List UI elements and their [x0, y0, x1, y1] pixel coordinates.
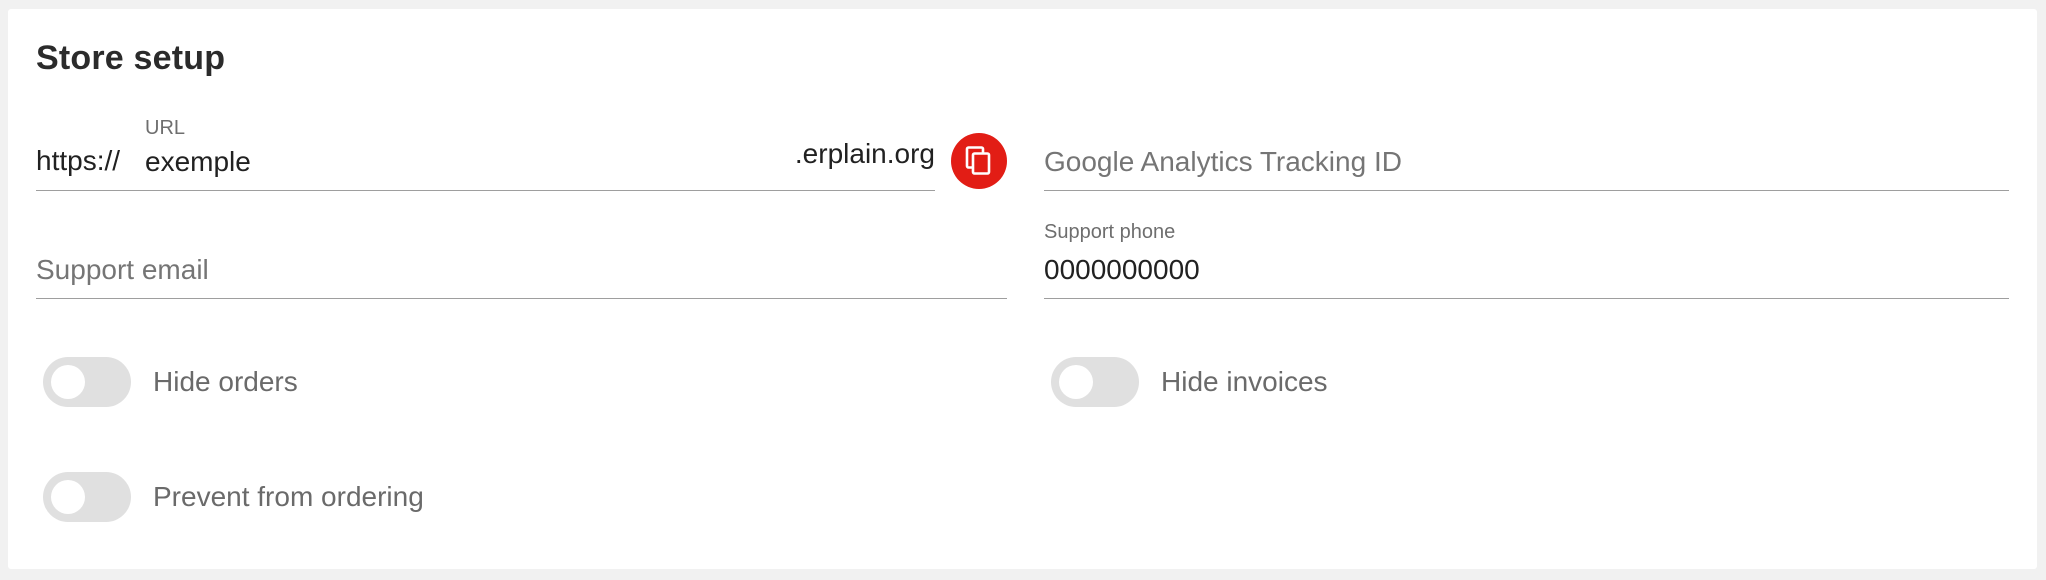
- hide-orders-row: Hide orders: [43, 356, 298, 408]
- toggle-knob: [1059, 365, 1093, 399]
- url-field-underline: [36, 190, 935, 191]
- support-email-placeholder: Support email: [36, 254, 209, 285]
- hide-invoices-label: Hide invoices: [1161, 366, 1328, 397]
- support-email-field[interactable]: Support email: [36, 229, 1007, 299]
- url-field[interactable]: URL https:// exemple .erplain.org: [36, 117, 935, 191]
- store-setup-card: Store setup URL https:// exemple .erplai…: [8, 9, 2037, 569]
- toggle-knob: [51, 365, 85, 399]
- hide-orders-toggle[interactable]: [43, 357, 131, 407]
- support-email-underline: [36, 298, 1007, 299]
- google-analytics-field[interactable]: Google Analytics Tracking ID: [1044, 121, 2009, 191]
- google-analytics-placeholder: Google Analytics Tracking ID: [1044, 146, 1402, 177]
- toggle-knob: [51, 480, 85, 514]
- hide-invoices-toggle[interactable]: [1051, 357, 1139, 407]
- url-suffix: .erplain.org: [794, 138, 935, 169]
- hide-orders-label: Hide orders: [153, 366, 298, 397]
- url-input[interactable]: exemple: [145, 146, 251, 178]
- support-phone-field[interactable]: Support phone 0000000000: [1044, 221, 2009, 299]
- hide-invoices-row: Hide invoices: [1051, 356, 1328, 408]
- url-field-label: URL: [145, 117, 186, 139]
- support-phone-input[interactable]: 0000000000: [1044, 254, 1200, 286]
- support-phone-underline: [1044, 298, 2009, 299]
- support-phone-label: Support phone: [1044, 221, 1176, 243]
- copy-url-button[interactable]: [951, 133, 1007, 189]
- prevent-ordering-row: Prevent from ordering: [43, 471, 424, 523]
- url-prefix: https://: [36, 145, 121, 176]
- google-analytics-underline: [1044, 190, 2009, 191]
- prevent-ordering-toggle[interactable]: [43, 472, 131, 522]
- copy-icon: [965, 146, 991, 175]
- prevent-ordering-label: Prevent from ordering: [153, 481, 424, 512]
- card-title: Store setup: [36, 39, 226, 77]
